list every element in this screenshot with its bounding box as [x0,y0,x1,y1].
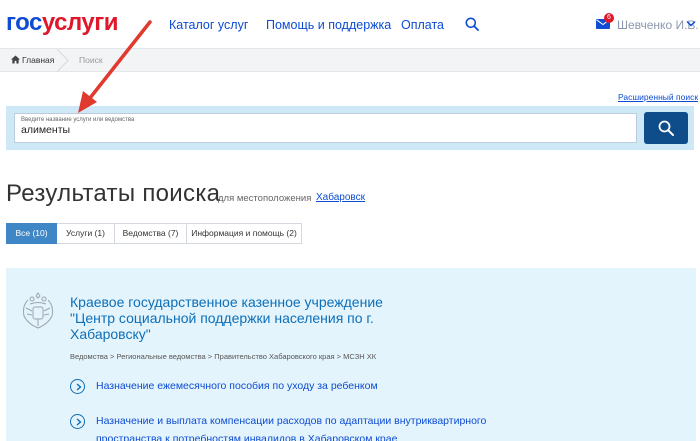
breadcrumb-home[interactable]: Главная [22,55,54,65]
arrow-right-circle-icon[interactable] [70,379,85,394]
home-icon [11,55,20,64]
advanced-search-link[interactable]: Расширенный поиск [618,92,698,102]
service-link[interactable]: Назначение и выплата компенсации расходо… [96,412,516,441]
search-icon[interactable] [465,17,479,31]
results-tabs: Все (10) Услуги (1) Ведомства (7) Информ… [6,223,302,244]
notification-badge: 6 [604,13,614,23]
nav-help[interactable]: Помощь и поддержка [266,18,391,32]
search-input-label: Введите название услуги или ведомства [21,117,135,123]
department-title-link[interactable]: Краевое государственное казенное учрежде… [70,294,410,342]
search-button[interactable] [644,112,688,144]
nav-catalog[interactable]: Каталог услуг [169,18,248,32]
coat-of-arms-icon [23,292,53,329]
tab-services[interactable]: Услуги (1) [57,223,115,244]
site-header: госуслуги Каталог услуг Помощь и поддерж… [0,0,700,48]
breadcrumb-current: Поиск [79,55,103,65]
location-city-link[interactable]: Хабаровск [316,192,365,203]
service-link[interactable]: Назначение ежемесячного пособия по уходу… [96,377,516,395]
page-title: Результаты поиска [6,180,221,207]
search-icon [658,120,674,136]
logo-part-gos: гос [6,9,42,36]
gosuslugi-logo[interactable]: госуслуги [6,9,119,37]
arrow-right-circle-icon[interactable] [70,414,85,429]
breadcrumb: Главная Поиск [0,48,700,72]
nav-payment[interactable]: Оплата [401,18,444,32]
tab-info-help[interactable]: Информация и помощь (2) [187,223,302,244]
tab-all[interactable]: Все (10) [6,223,57,244]
breadcrumb-separator [56,49,69,72]
search-input-value[interactable]: алименты [21,124,70,136]
tab-departments[interactable]: Ведомства (7) [115,223,187,244]
logo-part-uslugi: услуги [41,9,119,36]
department-path: Ведомства > Региональные ведомства > Пра… [70,352,377,361]
location-label: для местоположения [218,193,312,204]
chevron-down-icon[interactable] [686,20,696,27]
